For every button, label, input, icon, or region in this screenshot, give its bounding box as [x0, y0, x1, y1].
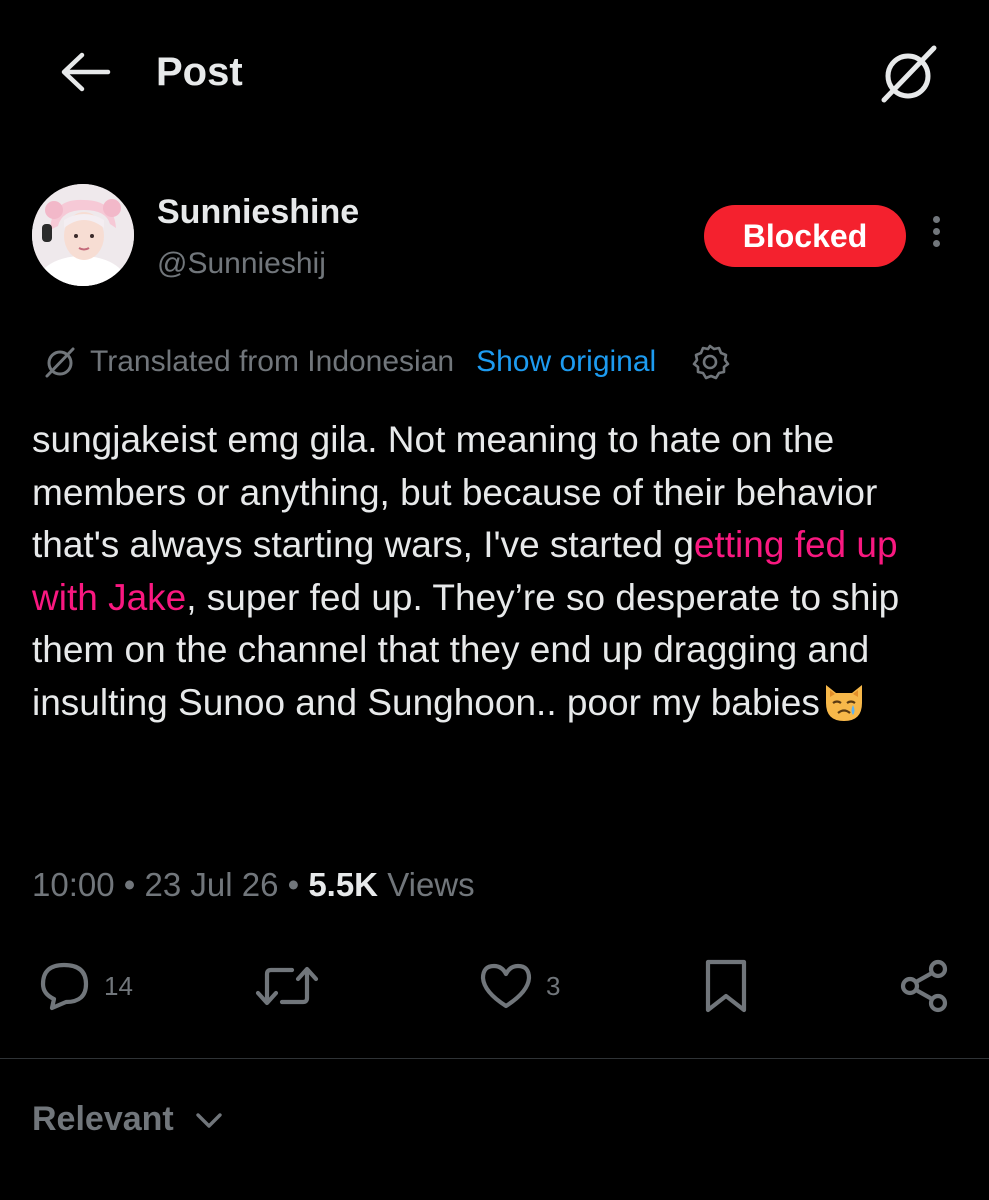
reply-count: 14 [104, 970, 133, 1001]
show-original-link[interactable]: Show original [476, 345, 656, 379]
more-icon [926, 216, 946, 247]
back-arrow-icon [61, 52, 111, 92]
views-count[interactable]: 5.5K [308, 866, 378, 903]
user-handle[interactable]: @Sunnieshij [157, 244, 326, 284]
meta-separator: • [114, 866, 145, 903]
crying-cat-emoji [825, 684, 862, 721]
settings-icon[interactable] [690, 342, 730, 382]
translation-label: Translated from Indonesian [90, 345, 455, 378]
post-date: 23 Jul 26 [144, 866, 279, 903]
post-text: sungjakeist emg gila. Not meaning to hat… [32, 414, 962, 729]
more-options-button[interactable] [926, 216, 946, 258]
translate-icon [881, 45, 937, 103]
share-icon [900, 959, 948, 1013]
avatar[interactable] [32, 184, 134, 286]
display-name[interactable]: Sunnieshine [157, 190, 359, 234]
post-page: Post Sunnieshine @Sunnieshij Blocked Tra… [0, 0, 989, 1200]
post-time: 10:00 [32, 866, 115, 903]
repost-button[interactable] [254, 960, 320, 1012]
reply-icon [40, 962, 89, 1011]
top-bar: Post [0, 0, 989, 150]
translation-bar: Translated from Indonesian Show original [42, 338, 730, 386]
like-icon [480, 963, 532, 1009]
meta-separator: • [278, 866, 309, 903]
post-meta: 10:00 • 23 Jul 26 • 5.5K Views [32, 862, 475, 908]
blocked-button[interactable]: Blocked [704, 205, 906, 267]
repost-icon [255, 966, 319, 1006]
sort-label: Relevant [32, 1100, 174, 1138]
share-button[interactable] [898, 959, 952, 1013]
chevron-down-icon [196, 1112, 222, 1128]
translate-icon [45, 347, 75, 378]
bookmark-button[interactable] [702, 959, 750, 1013]
page-title: Post [156, 50, 243, 94]
views-label: Views [378, 866, 475, 903]
reply-button[interactable]: 14 [38, 960, 133, 1012]
like-button[interactable]: 3 [478, 960, 560, 1012]
like-count: 3 [546, 970, 561, 1001]
back-button[interactable] [58, 50, 112, 94]
action-bar: 14 3 [0, 950, 989, 1022]
translate-button[interactable] [876, 42, 940, 106]
sort-dropdown[interactable]: Relevant [32, 1100, 224, 1139]
avatar-image [32, 184, 134, 286]
bookmark-icon [705, 959, 747, 1013]
divider [0, 1058, 989, 1059]
